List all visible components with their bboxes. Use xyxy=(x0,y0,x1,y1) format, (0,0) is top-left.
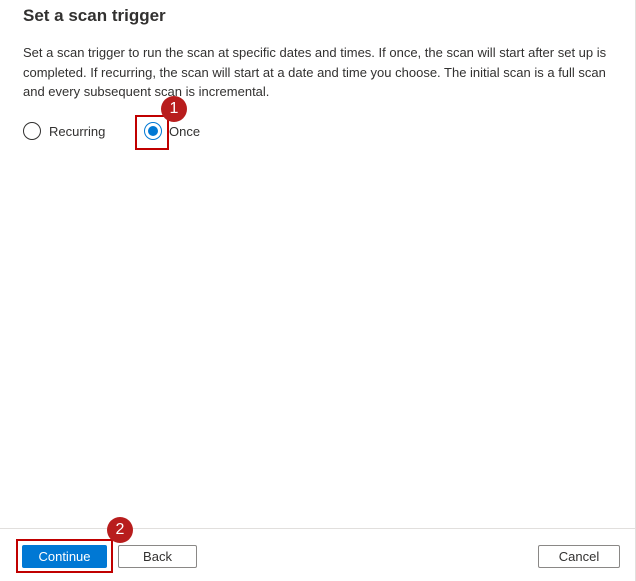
highlight-box-once xyxy=(135,115,169,150)
scan-trigger-description: Set a scan trigger to run the scan at sp… xyxy=(23,45,607,99)
radio-button-recurring[interactable] xyxy=(23,122,41,140)
back-button[interactable]: Back xyxy=(118,545,197,568)
step-badge-1: 1 xyxy=(161,96,187,122)
radio-label-once: Once xyxy=(169,123,201,139)
footer-divider xyxy=(0,528,636,529)
step-badge-2: 2 xyxy=(107,517,133,543)
radio-label-recurring: Recurring xyxy=(49,123,106,139)
page-title: Set a scan trigger xyxy=(23,6,166,25)
radio-option-recurring[interactable]: Recurring xyxy=(23,122,105,140)
cancel-button[interactable]: Cancel xyxy=(538,545,620,568)
highlight-box-continue xyxy=(16,539,113,573)
